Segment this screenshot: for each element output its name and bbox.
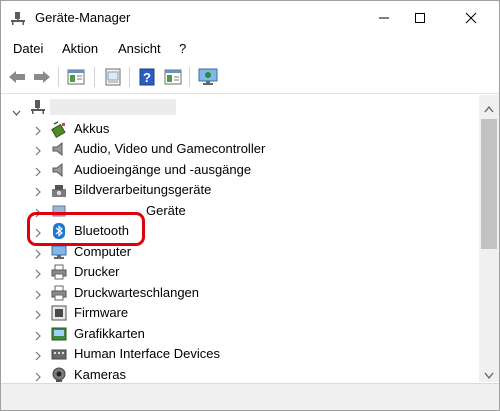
toolbar-separator bbox=[129, 67, 130, 87]
chevron-right-icon[interactable] bbox=[34, 185, 42, 197]
chevron-right-icon[interactable] bbox=[34, 165, 42, 177]
tree-item-hid[interactable]: Human Interface Devices bbox=[1, 344, 479, 364]
tree-item-audio-video[interactable]: Audio, Video und Gamecontroller bbox=[1, 139, 479, 159]
chevron-right-icon[interactable] bbox=[34, 329, 42, 341]
menu-bar: Datei Aktion Ansicht ? bbox=[1, 39, 499, 59]
chevron-right-icon[interactable] bbox=[34, 124, 42, 136]
tree-item-label: Bildverarbeitungsgeräte bbox=[74, 182, 212, 197]
chevron-right-icon[interactable] bbox=[34, 247, 42, 259]
chevron-right-icon[interactable] bbox=[34, 370, 42, 382]
hid-icon bbox=[50, 345, 68, 363]
chevron-right-icon[interactable] bbox=[34, 288, 42, 300]
title-bar: Geräte-Manager bbox=[1, 1, 499, 35]
tree-item-drucker[interactable]: Drucker bbox=[1, 262, 479, 282]
scroll-down-icon[interactable] bbox=[484, 368, 494, 380]
tree-item-imaging[interactable]: Bildverarbeitungsgeräte bbox=[1, 180, 479, 200]
computer-name-redacted bbox=[50, 99, 176, 115]
speaker-icon bbox=[50, 161, 68, 179]
webcam-icon bbox=[50, 366, 68, 382]
toolbar-separator bbox=[94, 67, 95, 87]
monitor-icon[interactable] bbox=[197, 66, 219, 88]
tree-item-label: Grafikkarten bbox=[74, 326, 145, 341]
menu-aktion[interactable]: Aktion bbox=[62, 41, 98, 56]
toolbar: ? bbox=[1, 60, 499, 94]
camera-icon bbox=[50, 181, 68, 199]
chevron-right-icon[interactable] bbox=[34, 349, 42, 361]
printer-icon bbox=[50, 263, 68, 281]
chevron-down-icon[interactable] bbox=[12, 104, 21, 119]
tree-item-grafikkarten[interactable]: Grafikkarten bbox=[1, 324, 479, 344]
tree-item-label: Audio, Video und Gamecontroller bbox=[74, 141, 266, 156]
tree-item-druckwarteschlangen[interactable]: Druckwarteschlangen bbox=[1, 283, 479, 303]
tree-item-label: Kameras bbox=[74, 367, 127, 382]
speaker-icon bbox=[50, 140, 68, 158]
tree-item-label: Drucker bbox=[74, 264, 120, 279]
tree-item-akkus[interactable]: Akkus bbox=[1, 119, 479, 139]
maximize-button[interactable] bbox=[397, 1, 443, 35]
chevron-right-icon[interactable] bbox=[34, 308, 42, 320]
svg-text:?: ? bbox=[143, 70, 151, 85]
computer-root-icon bbox=[29, 98, 47, 116]
tree-item-label: Akkus bbox=[74, 121, 110, 136]
highlight-ring bbox=[27, 212, 145, 246]
device-manager-window: Geräte-Manager Datei Aktion Ansicht ? ? … bbox=[0, 0, 500, 411]
tree-item-firmware[interactable]: Firmware bbox=[1, 303, 479, 323]
chevron-right-icon[interactable] bbox=[34, 267, 42, 279]
tree-item-label: Audioeingänge und -ausgänge bbox=[74, 162, 252, 177]
tree-item-audio-io[interactable]: Audioeingänge und -ausgänge bbox=[1, 160, 479, 180]
firmware-icon bbox=[50, 304, 68, 322]
printer-icon bbox=[50, 284, 68, 302]
menu-datei[interactable]: Datei bbox=[13, 41, 43, 56]
scrollbar-thumb[interactable] bbox=[481, 119, 497, 249]
vertical-scrollbar[interactable] bbox=[479, 95, 499, 382]
window-title: Geräte-Manager bbox=[35, 10, 131, 25]
scroll-up-icon[interactable] bbox=[484, 101, 494, 113]
toolbar-separator bbox=[58, 67, 59, 87]
tree-item-label: Computer bbox=[74, 244, 132, 259]
driver-icon[interactable] bbox=[102, 66, 124, 88]
tree-item-label: Human Interface Devices bbox=[74, 346, 220, 361]
menu-help[interactable]: ? bbox=[179, 41, 186, 56]
tree-item-label: Geräte bbox=[146, 203, 186, 218]
tree-root[interactable] bbox=[1, 98, 479, 118]
close-button[interactable] bbox=[448, 1, 494, 35]
back-arrow-icon[interactable] bbox=[6, 66, 28, 88]
chevron-right-icon[interactable] bbox=[34, 144, 42, 156]
tree-item-kameras[interactable]: Kameras bbox=[1, 365, 479, 382]
menu-ansicht[interactable]: Ansicht bbox=[118, 41, 161, 56]
display-adapter-icon bbox=[50, 325, 68, 343]
scan-hardware-icon[interactable] bbox=[162, 66, 184, 88]
status-bar bbox=[1, 383, 499, 410]
toolbar-separator bbox=[189, 67, 190, 87]
battery-icon bbox=[50, 120, 68, 139]
forward-arrow-icon[interactable] bbox=[31, 66, 53, 88]
properties-icon[interactable] bbox=[65, 66, 87, 88]
tree-item-label: Firmware bbox=[74, 305, 129, 320]
device-manager-icon bbox=[10, 10, 26, 26]
help-icon[interactable]: ? bbox=[136, 66, 158, 88]
tree-item-label: Druckwarteschlangen bbox=[74, 285, 200, 300]
